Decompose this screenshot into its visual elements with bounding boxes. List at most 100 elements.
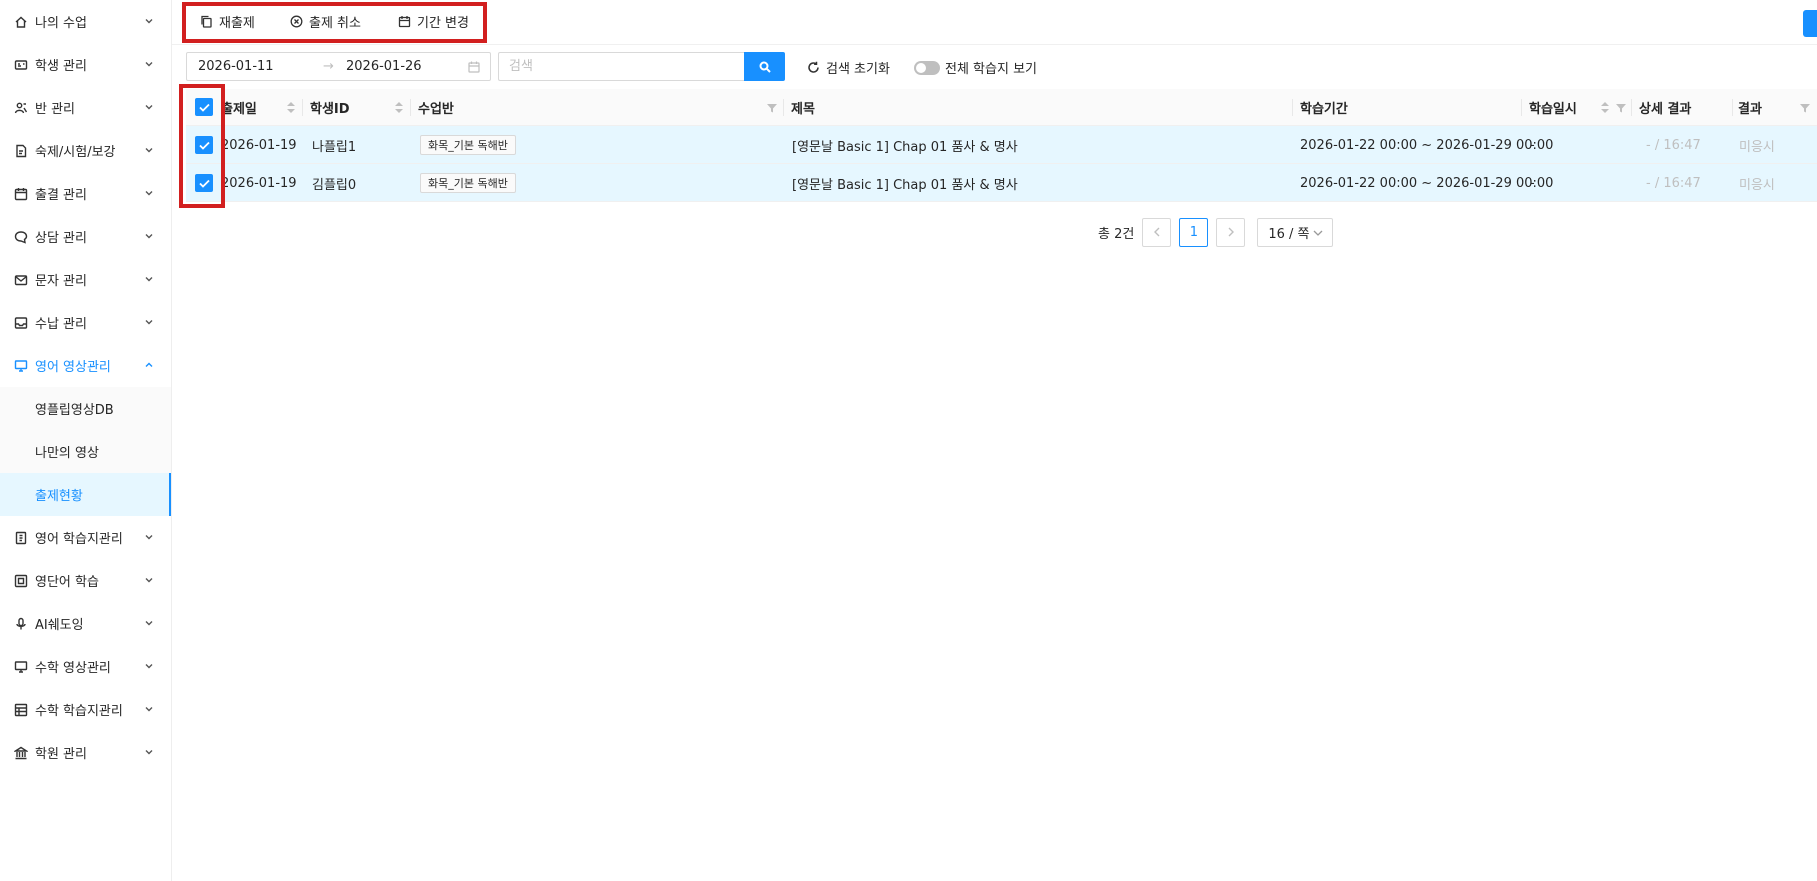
sidebar-item-ai-shadowing[interactable]: AI쉐도잉 xyxy=(0,602,171,645)
chevron-down-icon xyxy=(143,58,155,70)
sidebar-item-academy[interactable]: 학원 관리 xyxy=(0,731,171,774)
calendar-icon xyxy=(468,61,480,73)
toolbar: 재출제 출제 취소 기간 변경 xyxy=(172,0,1817,45)
top-right-button[interactable] xyxy=(1803,10,1817,37)
column-divider xyxy=(302,99,303,116)
filter-icon[interactable] xyxy=(1800,102,1810,113)
sidebar-subitem-assignment-status[interactable]: 출제현황 xyxy=(0,473,171,516)
pagination: 총 2건 1 16 / 쪽 xyxy=(1098,217,1334,247)
cell-title[interactable]: [영문날 Basic 1] Chap 01 품사 & 명사 xyxy=(792,126,1018,164)
sidebar-item-label: 수납 관리 xyxy=(35,317,87,332)
page-size-value: 16 / 쪽 xyxy=(1268,226,1310,242)
sidebar-item-my-class[interactable]: 나의 수업 xyxy=(0,0,171,43)
filter-bar: 2026-01-11 → 2026-01-26 검색 초기화 전체 학습지 보기 xyxy=(186,52,1186,81)
column-divider xyxy=(783,99,784,116)
main-content: 재출제 출제 취소 기간 변경 2026-01-11 → 2026-01-26 … xyxy=(172,0,1817,881)
range-arrow-icon: → xyxy=(323,59,334,74)
table-row[interactable]: 2026-01-19 김플립0 화목_기본 독해반 [영문날 Basic 1] … xyxy=(186,164,1817,202)
column-result: 결과 xyxy=(1738,102,1762,117)
sidebar-subitem-video-db[interactable]: 영플립영상DB xyxy=(0,387,171,430)
column-student-id[interactable]: 학생ID xyxy=(310,89,350,126)
sidebar-item-label: 영단어 학습 xyxy=(35,575,99,590)
monitor-icon xyxy=(14,660,28,674)
class-tag: 화목_기본 독해반 xyxy=(420,173,516,193)
end-date[interactable]: 2026-01-26 xyxy=(346,59,422,74)
cell-study-time: - xyxy=(1530,137,1535,153)
sidebar-item-vocabulary[interactable]: 영단어 학습 xyxy=(0,559,171,602)
id-card-icon xyxy=(14,58,28,72)
search-icon xyxy=(759,61,771,73)
chevron-down-icon xyxy=(1313,230,1323,236)
checkbox-highlight-box xyxy=(179,84,225,208)
column-class: 수업반 xyxy=(418,102,454,117)
sidebar-item-english-worksheet[interactable]: 영어 학습지관리 xyxy=(0,516,171,559)
show-all-worksheets: 전체 학습지 보기 xyxy=(914,58,1037,77)
sort-icon[interactable] xyxy=(287,102,295,113)
sidebar-item-payments[interactable]: 수납 관리 xyxy=(0,301,171,344)
reset-search-button[interactable]: 검색 초기화 xyxy=(807,58,890,77)
chevron-down-icon xyxy=(143,316,155,328)
cell-class: 화목_기본 독해반 xyxy=(420,126,516,164)
sidebar-item-label: 수학 학습지관리 xyxy=(35,704,123,719)
change-period-button[interactable]: 기간 변경 xyxy=(398,12,469,31)
column-divider xyxy=(410,99,411,116)
cell-title[interactable]: [영문날 Basic 1] Chap 01 품사 & 명사 xyxy=(792,164,1018,202)
chevron-down-icon xyxy=(143,187,155,199)
inbox-icon xyxy=(14,316,28,330)
column-study-time[interactable]: 학습일시 xyxy=(1529,89,1577,126)
chevron-down-icon xyxy=(143,15,155,27)
sidebar-item-label: 문자 관리 xyxy=(35,274,87,289)
sidebar-item-attendance[interactable]: 출결 관리 xyxy=(0,172,171,215)
book-icon xyxy=(14,531,28,545)
sidebar-item-homework[interactable]: 숙제/시험/보강 xyxy=(0,129,171,172)
prev-page-button[interactable] xyxy=(1142,217,1172,247)
sidebar-item-label: AI쉐도잉 xyxy=(35,618,84,633)
sidebar-item-label: 영어 학습지관리 xyxy=(35,532,123,547)
chevron-down-icon xyxy=(143,660,155,672)
change-period-label: 기간 변경 xyxy=(417,16,469,31)
cell-period: 2026-01-22 00:00 ~ 2026-01-29 00:00 xyxy=(1300,137,1554,153)
cell-study-time: - xyxy=(1530,175,1535,191)
search-button[interactable] xyxy=(744,52,785,81)
sidebar-item-english-video[interactable]: 영어 영상관리 xyxy=(0,344,171,387)
column-divider xyxy=(1631,99,1632,116)
column-divider xyxy=(1732,99,1733,116)
assignment-table: 출제일 학생ID 수업반 제목 학습기간 학습일시 상세 결과 결과 2026-… xyxy=(186,89,1817,202)
file-edit-icon xyxy=(14,144,28,158)
filter-icon[interactable] xyxy=(1616,102,1626,113)
sidebar-item-messages[interactable]: 문자 관리 xyxy=(0,258,171,301)
sort-icon[interactable] xyxy=(1601,102,1609,113)
reassign-button[interactable]: 재출제 xyxy=(200,12,255,31)
table-row[interactable]: 2026-01-19 나플립1 화목_기본 독해반 [영문날 Basic 1] … xyxy=(186,126,1817,164)
cancel-assignment-label: 출제 취소 xyxy=(309,16,361,31)
reload-icon xyxy=(808,61,819,73)
sidebar-item-label: 학원 관리 xyxy=(35,747,87,762)
chevron-right-icon xyxy=(1228,227,1234,237)
page-button-current[interactable]: 1 xyxy=(1179,217,1209,247)
sort-icon[interactable] xyxy=(395,102,403,113)
sidebar-item-classes[interactable]: 반 관리 xyxy=(0,86,171,129)
cell-result: 미응시 xyxy=(1739,177,1775,193)
chevron-up-icon xyxy=(143,359,155,371)
cancel-assignment-button[interactable]: 출제 취소 xyxy=(290,12,361,31)
page-size-select[interactable]: 16 / 쪽 xyxy=(1257,217,1334,247)
show-all-label: 전체 학습지 보기 xyxy=(945,62,1037,77)
cell-student-id: 김플립0 xyxy=(312,177,357,193)
sidebar-item-label: 상담 관리 xyxy=(35,231,87,246)
sidebar-item-counseling[interactable]: 상담 관리 xyxy=(0,215,171,258)
chevron-down-icon xyxy=(143,531,155,543)
start-date[interactable]: 2026-01-11 xyxy=(198,59,274,74)
column-date[interactable]: 출제일 xyxy=(221,89,257,126)
chevron-down-icon xyxy=(143,101,155,113)
sidebar-item-label: 영어 영상관리 xyxy=(35,360,111,375)
class-tag: 화목_기본 독해반 xyxy=(420,135,516,155)
date-range-picker[interactable]: 2026-01-11 → 2026-01-26 xyxy=(186,52,491,81)
sidebar-item-students[interactable]: 학생 관리 xyxy=(0,43,171,86)
sidebar-subitem-my-videos[interactable]: 나만의 영상 xyxy=(0,430,171,473)
sidebar-item-math-video[interactable]: 수학 영상관리 xyxy=(0,645,171,688)
sidebar-item-math-worksheet[interactable]: 수학 학습지관리 xyxy=(0,688,171,731)
show-all-toggle[interactable] xyxy=(914,60,940,75)
next-page-button[interactable] xyxy=(1216,217,1246,247)
search-input[interactable] xyxy=(498,52,744,81)
filter-icon[interactable] xyxy=(767,102,777,113)
